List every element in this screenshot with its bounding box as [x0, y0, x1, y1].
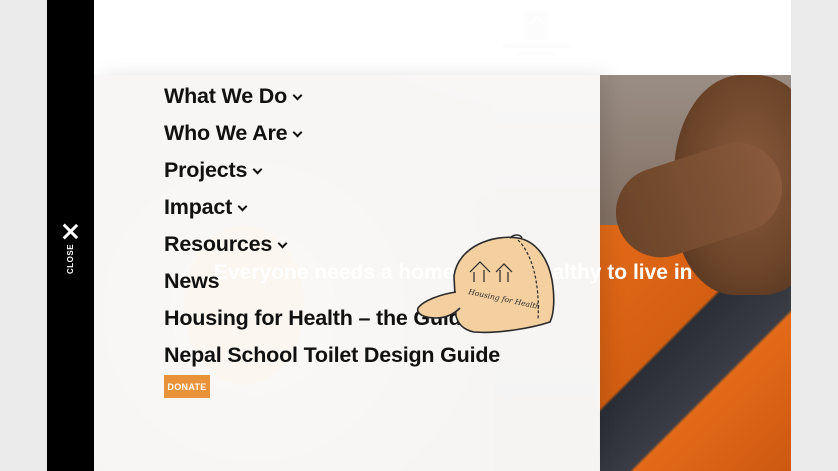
nav-item-nepal-toilet-guide[interactable]: Nepal School Toilet Design Guide [164, 337, 500, 374]
chevron-down-icon[interactable] [252, 164, 263, 175]
menu-panel-header [94, 0, 600, 75]
nav-item-label: Projects [164, 158, 248, 182]
nav-item-label: Impact [164, 195, 233, 219]
chevron-down-icon[interactable] [292, 90, 303, 101]
page-margin-left [0, 0, 47, 471]
nav-item-projects[interactable]: Projects [164, 152, 500, 189]
nav-item-label: Resources [164, 232, 273, 256]
cap-illustration: Housing for Health [416, 234, 555, 334]
donate-button[interactable]: DONATE [164, 375, 210, 398]
nav-item-label: What We Do [164, 84, 288, 108]
nav-item-who-we-are[interactable]: Who We Are [164, 115, 500, 152]
nav-item-label: Nepal School Toilet Design Guide [164, 343, 501, 367]
chevron-down-icon[interactable] [237, 201, 248, 212]
chevron-down-icon[interactable] [292, 127, 303, 138]
close-icon [63, 224, 78, 239]
chevron-down-icon[interactable] [277, 238, 288, 249]
nav-item-impact[interactable]: Impact [164, 189, 500, 226]
nav-item-label: News [164, 269, 220, 293]
close-button[interactable]: CLOSE [47, 218, 94, 280]
page-margin-right [791, 0, 838, 471]
close-label: CLOSE [66, 243, 75, 274]
nav-item-label: Who We Are [164, 121, 288, 145]
nav-item-what-we-do[interactable]: What We Do [164, 78, 500, 115]
